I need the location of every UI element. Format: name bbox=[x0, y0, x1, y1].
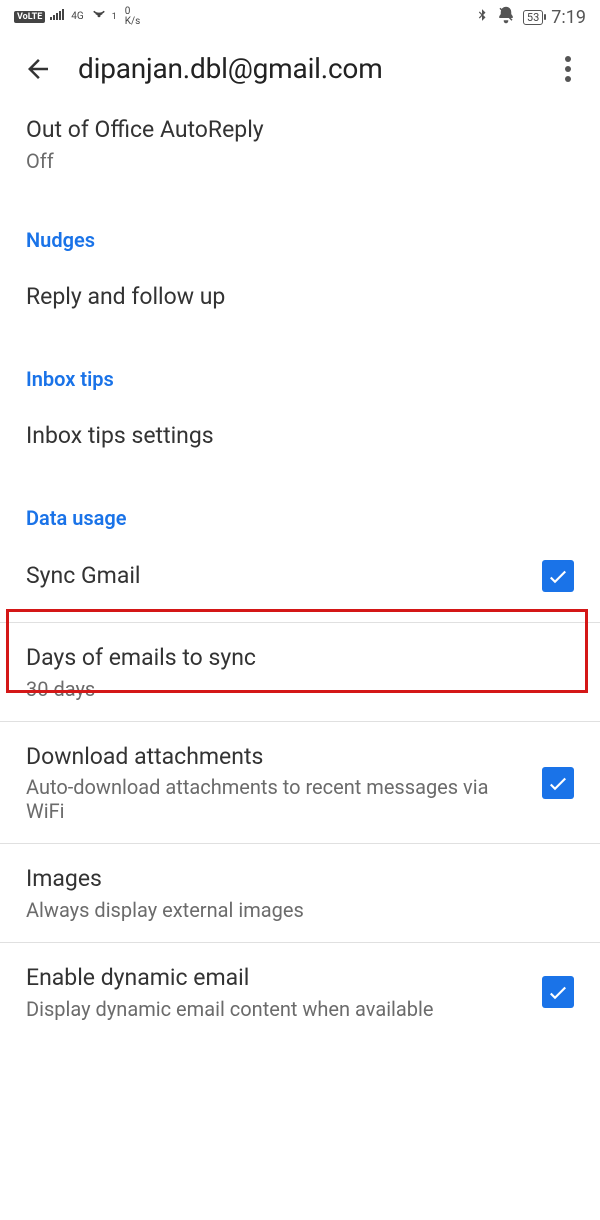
status-right: 53 7:19 bbox=[475, 6, 586, 28]
setting-inbox-tips[interactable]: Inbox tips settings bbox=[0, 421, 600, 451]
network-label: 4G bbox=[71, 12, 83, 22]
setting-reply-followup[interactable]: Reply and follow up bbox=[0, 282, 600, 312]
setting-days-to-sync[interactable]: Days of emails to sync 30 days bbox=[0, 643, 600, 701]
setting-title: Enable dynamic email bbox=[26, 963, 526, 993]
section-nudges: Nudges bbox=[0, 228, 600, 252]
setting-download-attachments[interactable]: Download attachments Auto-download attac… bbox=[0, 742, 600, 824]
status-left: VoLTE 4G 1 0 K/s bbox=[14, 6, 140, 28]
app-bar: dipanjan.dbl@gmail.com bbox=[0, 32, 600, 115]
bluetooth-icon bbox=[475, 6, 489, 28]
arrow-left-icon bbox=[23, 54, 53, 84]
mute-icon bbox=[497, 6, 515, 28]
checkbox-download[interactable] bbox=[542, 767, 574, 799]
hotspot-count: 1 bbox=[112, 12, 117, 22]
section-inbox-tips: Inbox tips bbox=[0, 367, 600, 391]
back-button[interactable] bbox=[22, 53, 54, 85]
battery-level: 53 bbox=[523, 10, 543, 25]
signal-icon bbox=[49, 8, 69, 26]
volte-badge: VoLTE bbox=[14, 11, 45, 23]
setting-subtitle: Always display external images bbox=[26, 898, 574, 922]
more-vert-icon bbox=[565, 56, 571, 82]
speed-unit: K/s bbox=[125, 17, 141, 27]
setting-title: Images bbox=[26, 864, 574, 894]
setting-out-of-office[interactable]: Out of Office AutoReply Off bbox=[0, 115, 600, 173]
setting-title: Out of Office AutoReply bbox=[26, 115, 574, 145]
setting-title: Download attachments bbox=[26, 742, 526, 772]
setting-subtitle: Off bbox=[26, 149, 574, 173]
check-icon bbox=[546, 771, 570, 795]
setting-title: Days of emails to sync bbox=[26, 643, 574, 673]
page-title: dipanjan.dbl@gmail.com bbox=[78, 52, 530, 85]
clock: 7:19 bbox=[551, 7, 586, 28]
checkbox-dynamic[interactable] bbox=[542, 976, 574, 1008]
more-button[interactable] bbox=[554, 56, 582, 82]
setting-subtitle: Auto-download attachments to recent mess… bbox=[26, 775, 526, 823]
setting-subtitle: 30 days bbox=[26, 677, 574, 701]
section-data-usage: Data usage bbox=[0, 506, 600, 530]
setting-dynamic-email[interactable]: Enable dynamic email Display dynamic ema… bbox=[0, 963, 600, 1021]
setting-title: Sync Gmail bbox=[26, 561, 526, 591]
status-bar: VoLTE 4G 1 0 K/s 53 7:19 bbox=[0, 0, 600, 32]
setting-title: Reply and follow up bbox=[26, 282, 574, 312]
check-icon bbox=[546, 564, 570, 588]
setting-subtitle: Display dynamic email content when avail… bbox=[26, 997, 526, 1021]
check-icon bbox=[546, 980, 570, 1004]
setting-images[interactable]: Images Always display external images bbox=[0, 864, 600, 922]
setting-title: Inbox tips settings bbox=[26, 421, 574, 451]
checkbox-sync-gmail[interactable] bbox=[542, 560, 574, 592]
setting-sync-gmail[interactable]: Sync Gmail bbox=[0, 560, 600, 592]
hotspot-icon bbox=[90, 6, 108, 28]
